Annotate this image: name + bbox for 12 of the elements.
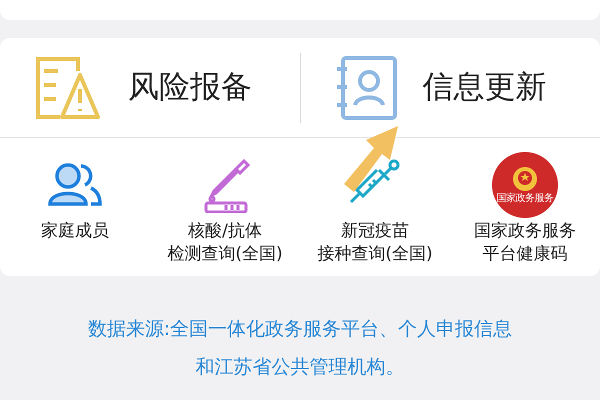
service-tile[interactable]: 核酸/抗体 检测查询(全国)	[150, 150, 300, 276]
document-warning-icon	[34, 54, 102, 120]
service-tile[interactable]: 新冠疫苗 接种查询(全国)	[300, 150, 450, 276]
contact-card-icon	[334, 54, 396, 120]
people-icon	[47, 162, 103, 208]
logo-text: 国家政务服务	[496, 194, 554, 204]
emblem-icon	[512, 166, 538, 192]
action-tile[interactable]: 信息更新	[300, 54, 600, 120]
data-source-note: 数据来源:全国一体化政务服务平台、个人申报信息 和江苏省公共管理机构。	[86, 317, 514, 380]
action-tile[interactable]: 风险报备	[0, 54, 300, 120]
service-tile[interactable]: 家庭成员	[0, 150, 150, 276]
service-tile[interactable]: 国家政务服务 国家政务服务 平台健康码	[450, 150, 600, 276]
